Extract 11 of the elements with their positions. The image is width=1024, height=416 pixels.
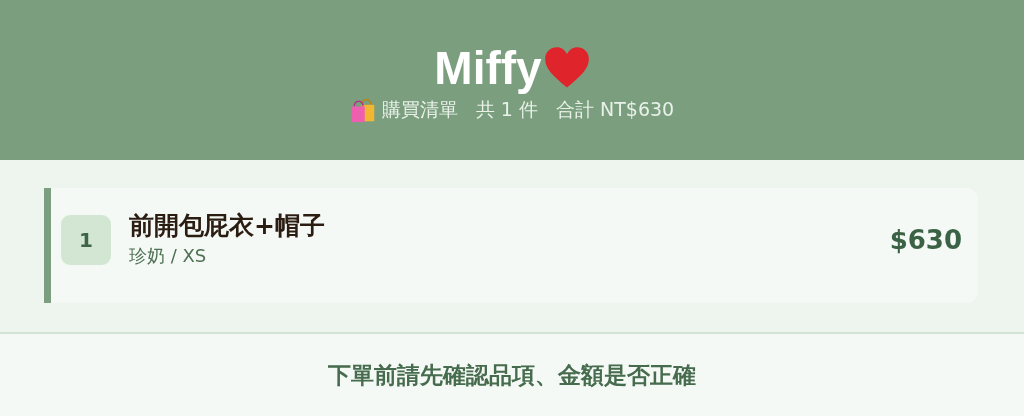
shopping-bags-icon [349,97,376,123]
order-total: 合計 NT$630 [555,97,675,122]
item-count: 共 1 件 [475,97,538,122]
list-label: 購買清單 [381,97,458,122]
page-title: Miffy [434,41,542,95]
heart-icon [543,47,590,89]
item-price: $630 [889,224,962,255]
footer-note: 下單前請先確認品項、金額是否正確 [328,360,696,390]
item-name: 前開包屁衣+帽子 [129,210,326,242]
item-variant: 珍奶 / XS [129,244,208,268]
item-number: 1 [61,214,111,265]
